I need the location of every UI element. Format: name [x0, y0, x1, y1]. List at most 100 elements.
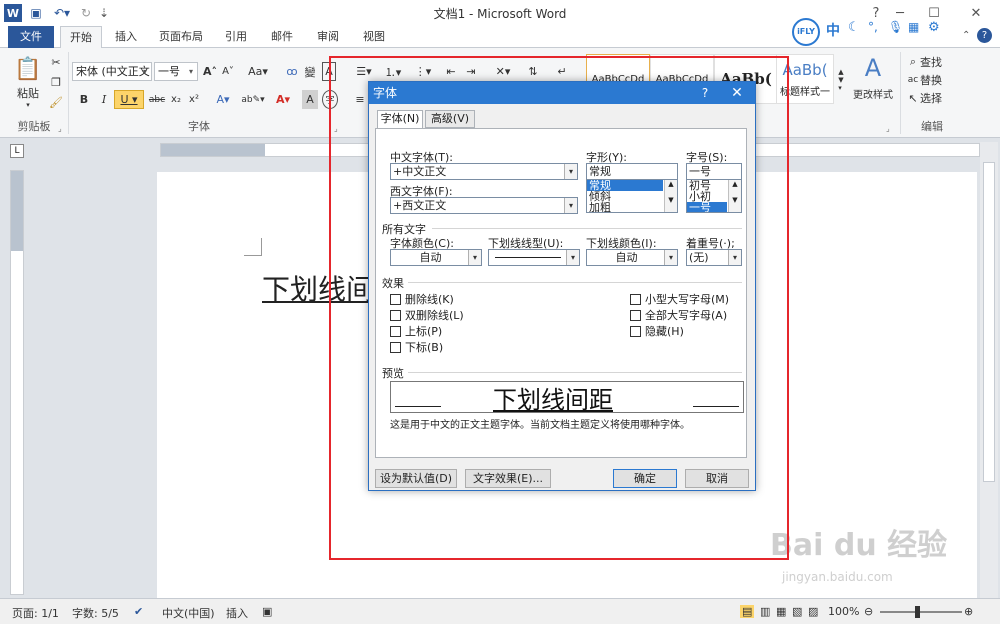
- punctuation-icon[interactable]: °,: [868, 20, 878, 34]
- multilevel-list-icon[interactable]: ⋮▾: [410, 62, 436, 81]
- ifly-mode-chinese[interactable]: 中: [826, 20, 840, 40]
- change-case-icon[interactable]: Aa▾: [246, 62, 270, 81]
- help-circle-icon[interactable]: ?: [977, 28, 992, 43]
- numbering-icon[interactable]: ⒈▾: [380, 62, 406, 81]
- font-launcher-icon[interactable]: ⌟: [334, 124, 338, 133]
- close-button[interactable]: ✕: [958, 2, 994, 24]
- dialog-help-button[interactable]: ?: [695, 82, 715, 104]
- all-caps-checkbox[interactable]: 全部大写字母(A): [630, 307, 727, 323]
- hidden-checkbox[interactable]: 隐藏(H): [630, 323, 684, 339]
- decrease-indent-icon[interactable]: ⇤: [442, 62, 460, 81]
- strikethrough-button[interactable]: abc: [148, 90, 166, 109]
- moon-icon[interactable]: ☾: [848, 20, 860, 35]
- show-marks-icon[interactable]: ↵: [554, 62, 570, 81]
- superscript-button[interactable]: x²: [186, 90, 202, 109]
- cancel-button[interactable]: 取消: [685, 469, 749, 488]
- font-style-list-scroll[interactable]: ▲ ▼: [664, 180, 677, 212]
- double-strikethrough-checkbox[interactable]: 双删除线(L): [390, 307, 464, 323]
- text-effects-button[interactable]: 文字效果(E)...: [465, 469, 551, 488]
- microphone-icon[interactable]: 🎙: [888, 20, 903, 34]
- keyboard-icon[interactable]: ▦: [908, 20, 919, 34]
- shrink-font-icon[interactable]: A˅: [220, 62, 236, 81]
- copy-icon[interactable]: ❐: [48, 74, 64, 90]
- paste-dropdown-icon[interactable]: ▾: [14, 100, 42, 110]
- subscript-checkbox[interactable]: 下标(B): [390, 339, 443, 355]
- zoom-in-button[interactable]: ⊕: [964, 605, 973, 618]
- language-indicator[interactable]: 中文(中国): [162, 605, 215, 621]
- emphasis-mark-combo[interactable]: (无) ▾: [686, 249, 742, 266]
- insert-mode-indicator[interactable]: 插入: [226, 605, 248, 621]
- style-heading-custom[interactable]: AaBb(标题样式一: [776, 54, 834, 104]
- western-font-combo[interactable]: +西文正文 ▾: [390, 197, 578, 214]
- tab-font[interactable]: 字体(N): [377, 110, 423, 129]
- select-label[interactable]: 选择: [920, 90, 956, 106]
- tab-references[interactable]: 引用: [216, 26, 256, 48]
- tab-file[interactable]: 文件: [8, 26, 54, 48]
- character-border-icon[interactable]: A: [322, 62, 336, 81]
- font-color-combo[interactable]: 自动 ▾: [390, 249, 482, 266]
- styles-scroll-icon[interactable]: ▲ ▼ ▾: [836, 56, 846, 104]
- strikethrough-checkbox[interactable]: 删除线(K): [390, 291, 454, 307]
- font-size-list[interactable]: 初号 小初 一号 ▲ ▼: [686, 179, 742, 213]
- clipboard-launcher-icon[interactable]: ⌟: [58, 124, 62, 133]
- macro-icon[interactable]: ▣: [262, 605, 272, 618]
- small-caps-checkbox[interactable]: 小型大写字母(M): [630, 291, 729, 307]
- tab-selector-icon[interactable]: L: [10, 144, 24, 158]
- chinese-font-combo[interactable]: +中文正文 ▾: [390, 163, 578, 180]
- font-size-list-scroll[interactable]: ▲ ▼: [728, 180, 741, 212]
- web-layout-view-icon[interactable]: ▦: [776, 605, 786, 618]
- full-screen-view-icon[interactable]: ▥: [760, 605, 770, 618]
- font-size-option[interactable]: 一号: [687, 202, 727, 212]
- page-count[interactable]: 页面: 1/1: [12, 605, 59, 621]
- print-layout-view-icon[interactable]: ▤: [740, 605, 755, 618]
- dialog-title-bar[interactable]: 字体 ? ✕: [369, 82, 755, 104]
- font-name-combo[interactable]: 宋体 (中文正文 ▾: [72, 62, 152, 81]
- phonetic-guide-icon[interactable]: 變: [302, 62, 318, 81]
- bold-button[interactable]: B: [76, 90, 92, 109]
- tab-mailings[interactable]: 邮件: [262, 26, 302, 48]
- bullets-icon[interactable]: ☰▾: [352, 62, 376, 81]
- character-shading-icon[interactable]: A: [302, 90, 318, 109]
- tab-review[interactable]: 审阅: [308, 26, 348, 48]
- outline-view-icon[interactable]: ▧: [792, 605, 802, 618]
- subscript-button[interactable]: x₂: [168, 90, 184, 109]
- enclose-character-icon[interactable]: 字: [322, 90, 338, 109]
- scrollbar-thumb[interactable]: [983, 162, 995, 482]
- font-size-combo[interactable]: 一号 ▾: [154, 62, 198, 81]
- replace-icon[interactable]: ac: [906, 72, 920, 88]
- highlight-color-icon[interactable]: ab✎▾: [240, 90, 266, 109]
- underline-style-combo[interactable]: ▾: [488, 249, 580, 266]
- format-painter-icon[interactable]: 🖌: [48, 94, 64, 110]
- dialog-close-button[interactable]: ✕: [725, 82, 749, 104]
- align-left-icon[interactable]: ≡: [352, 90, 368, 109]
- zoom-slider[interactable]: [880, 611, 962, 613]
- change-styles-label[interactable]: 更改样式: [848, 86, 898, 101]
- replace-label[interactable]: 替换: [920, 72, 956, 88]
- underline-button[interactable]: U ▾: [114, 90, 144, 109]
- font-size-input[interactable]: 一号: [686, 163, 742, 180]
- settings-gear-icon[interactable]: ⚙: [928, 20, 940, 35]
- increase-indent-icon[interactable]: ⇥: [462, 62, 480, 81]
- clear-format-icon[interactable]: ꝏ: [284, 62, 300, 81]
- grow-font-icon[interactable]: A˄: [202, 62, 218, 81]
- zoom-level[interactable]: 100%: [828, 605, 859, 618]
- ok-button[interactable]: 确定: [613, 469, 677, 488]
- document-text[interactable]: 下划线间: [262, 268, 374, 308]
- ifly-logo-icon[interactable]: iFLY: [792, 18, 820, 46]
- vertical-ruler[interactable]: [10, 170, 24, 595]
- sort-icon[interactable]: ⇅: [524, 62, 542, 81]
- underline-color-combo[interactable]: 自动 ▾: [586, 249, 678, 266]
- ribbon-collapse-icon[interactable]: ⌃: [962, 30, 970, 41]
- tab-insert[interactable]: 插入: [106, 26, 146, 48]
- word-count[interactable]: 字数: 5/5: [72, 605, 119, 621]
- select-icon[interactable]: ↖: [906, 90, 920, 106]
- paste-icon[interactable]: 📋: [14, 52, 42, 86]
- tab-page-layout[interactable]: 页面布局: [152, 26, 210, 48]
- font-color-icon[interactable]: A▾: [272, 90, 294, 109]
- tab-view[interactable]: 视图: [354, 26, 394, 48]
- paste-label[interactable]: 粘贴: [10, 86, 46, 100]
- italic-button[interactable]: I: [96, 90, 112, 109]
- find-icon[interactable]: ⌕: [906, 54, 920, 70]
- superscript-checkbox[interactable]: 上标(P): [390, 323, 442, 339]
- cut-icon[interactable]: ✂: [48, 54, 64, 70]
